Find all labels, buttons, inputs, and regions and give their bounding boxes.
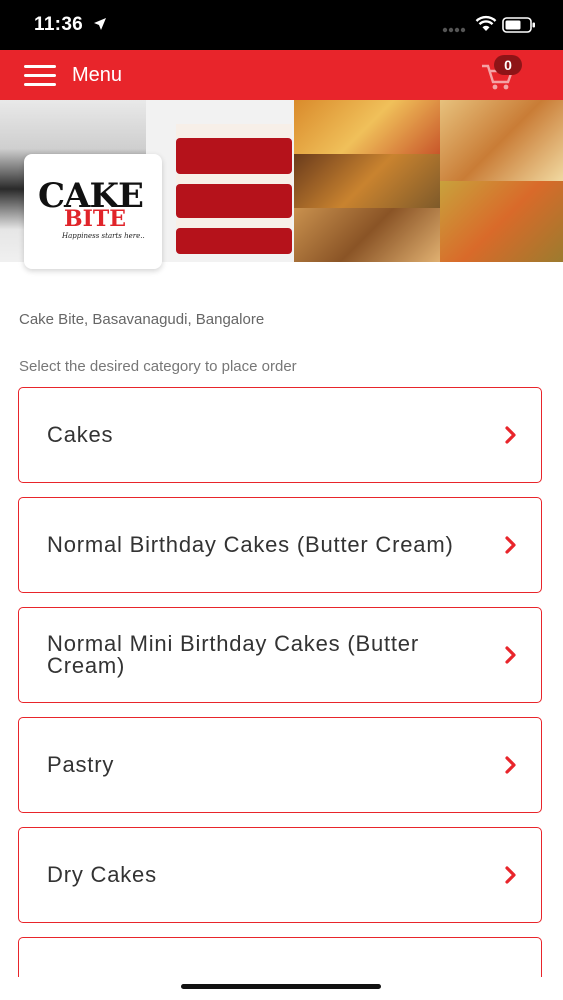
- brand-logo: CAKE BITE Happiness starts here..: [24, 154, 162, 269]
- logo-tagline: Happiness starts here..: [62, 232, 145, 240]
- chevron-right-icon: [505, 866, 516, 884]
- home-indicator: [181, 984, 381, 989]
- chevron-right-icon: [505, 536, 516, 554]
- chevron-right-icon: [505, 756, 516, 774]
- app-header: Menu: [0, 50, 563, 100]
- category-label: Pastry: [47, 752, 115, 777]
- instruction-text: Select the desired category to place ord…: [19, 358, 297, 375]
- banner-food-tile: [294, 100, 440, 262]
- banner-sweets-tile: [440, 100, 563, 262]
- status-bar: 11:36: [0, 0, 563, 50]
- logo-text-bottom: BITE: [64, 206, 127, 232]
- category-item-normal-birthday-cakes[interactable]: Normal Birthday Cakes (Butter Cream): [18, 497, 542, 593]
- category-item-dry-cakes[interactable]: Dry Cakes: [18, 827, 542, 923]
- chevron-right-icon: [505, 646, 516, 664]
- category-label: Normal Birthday Cakes (Butter Cream): [47, 532, 454, 557]
- hamburger-menu-icon[interactable]: [24, 65, 56, 87]
- store-name: Cake Bite, Basavanagudi, Bangalore: [19, 311, 265, 328]
- menu-label[interactable]: Menu: [72, 64, 122, 87]
- category-label: Dry Cakes: [47, 862, 157, 887]
- wifi-icon: [475, 15, 497, 31]
- cart-count-badge[interactable]: 0: [494, 55, 522, 75]
- battery-icon: [502, 17, 535, 33]
- category-item-partial[interactable]: [18, 937, 542, 977]
- category-item-cakes[interactable]: Cakes: [18, 387, 542, 483]
- location-arrow-icon: [94, 18, 106, 30]
- banner-red-velvet-tile: [146, 100, 294, 262]
- category-label: Normal Mini Birthday Cakes (Butter Cream…: [47, 631, 419, 678]
- category-list: Cakes Normal Birthday Cakes (Butter Crea…: [18, 387, 542, 991]
- category-label: Cakes: [47, 422, 114, 447]
- category-item-pastry[interactable]: Pastry: [18, 717, 542, 813]
- chevron-right-icon: [505, 426, 516, 444]
- signal-icon: [442, 27, 466, 33]
- status-time: 11:36: [34, 14, 84, 35]
- category-item-normal-mini-birthday-cakes[interactable]: Normal Mini Birthday Cakes (Butter Cream…: [18, 607, 542, 703]
